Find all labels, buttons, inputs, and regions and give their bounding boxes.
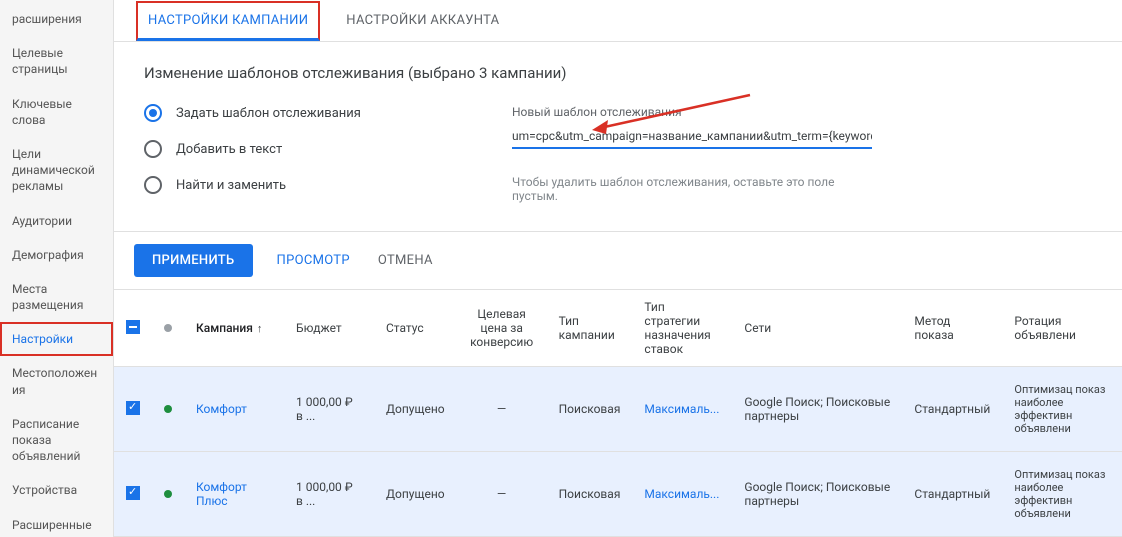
col-budget[interactable]: Бюджет xyxy=(284,290,374,367)
radio-icon xyxy=(144,176,162,194)
cell-rotation: Оптимизац показ наиболее эффективн объяв… xyxy=(1002,452,1122,537)
radio-icon xyxy=(144,140,162,158)
cell-target-cpa: — xyxy=(457,367,547,452)
cell-rotation: Оптимизац показ наиболее эффективн объяв… xyxy=(1002,367,1122,452)
sidebar: расширения Целевые страницы Ключевые сло… xyxy=(0,0,114,537)
cell-status: Допущено xyxy=(374,452,457,537)
row-checkbox[interactable] xyxy=(126,401,140,415)
sidebar-item-devices[interactable]: Устройства xyxy=(0,473,113,507)
preview-button[interactable]: ПРОСМОТР xyxy=(273,244,354,277)
sidebar-item-audiences[interactable]: Аудитории xyxy=(0,204,113,238)
tabs-row: НАСТРОЙКИ КАМПАНИИ НАСТРОЙКИ АККАУНТА xyxy=(114,0,1122,42)
cell-camp-type: Поисковая xyxy=(547,452,633,537)
col-delivery[interactable]: Метод показа xyxy=(902,290,1002,367)
template-hint: Чтобы удалить шаблон отслеживания, остав… xyxy=(512,175,872,203)
campaign-link[interactable]: Комфорт xyxy=(196,402,247,416)
template-input[interactable] xyxy=(512,125,872,149)
sidebar-item-extensions[interactable]: расширения xyxy=(0,2,113,36)
cell-networks: Google Поиск; Поисковые партнеры xyxy=(732,452,902,537)
campaigns-table: Кампания ↑ Бюджет Статус Целевая цена за … xyxy=(114,289,1122,537)
panel-title: Изменение шаблонов отслеживания (выбрано… xyxy=(144,64,1092,82)
col-status[interactable]: Статус xyxy=(374,290,457,367)
radio-label: Задать шаблон отслеживания xyxy=(176,106,361,121)
radio-label: Найти и заменить xyxy=(176,178,286,193)
template-field-area: Новый шаблон отслеживания Чтобы удалить … xyxy=(512,105,872,203)
sidebar-item-ad-schedule[interactable]: Расписание показа объявлений xyxy=(0,407,113,474)
table-row[interactable]: Комфорт Плюс 1 000,00 ₽ в ... Допущено —… xyxy=(114,452,1122,537)
sort-asc-icon: ↑ xyxy=(257,322,263,335)
cell-bid-strategy[interactable]: Максималь... xyxy=(644,402,719,416)
cell-delivery: Стандартный xyxy=(902,367,1002,452)
cell-status: Допущено xyxy=(374,367,457,452)
col-bid-strategy[interactable]: Тип стратегии назначения ставок xyxy=(632,290,732,367)
row-checkbox[interactable] xyxy=(126,486,140,500)
col-networks[interactable]: Сети xyxy=(732,290,902,367)
sidebar-item-dynamic-ad-targets[interactable]: Цели динамической рекламы xyxy=(0,137,113,204)
apply-button[interactable]: ПРИМЕНИТЬ xyxy=(134,244,253,277)
cancel-button[interactable]: ОТМЕНА xyxy=(374,244,437,277)
col-target-cpa[interactable]: Целевая цена за конверсию xyxy=(457,290,547,367)
radio-label: Добавить в текст xyxy=(176,142,282,157)
col-rotation[interactable]: Ротация объявлени xyxy=(1002,290,1122,367)
status-enabled-icon xyxy=(164,405,172,413)
sidebar-item-keywords[interactable]: Ключевые слова xyxy=(0,87,113,137)
col-campaign[interactable]: Кампания xyxy=(196,321,253,335)
table-row[interactable]: Комфорт 1 000,00 ₽ в ... Допущено — Поис… xyxy=(114,367,1122,452)
tab-campaign-settings[interactable]: НАСТРОЙКИ КАМПАНИИ xyxy=(136,1,320,41)
sidebar-item-locations[interactable]: Местоположения xyxy=(0,356,113,406)
sidebar-item-demographics[interactable]: Демография xyxy=(0,238,113,272)
cell-bid-strategy[interactable]: Максималь... xyxy=(644,487,719,501)
cell-budget: 1 000,00 ₽ в ... xyxy=(284,452,374,537)
cell-networks: Google Поиск; Поисковые партнеры xyxy=(732,367,902,452)
cell-camp-type: Поисковая xyxy=(547,367,633,452)
header-checkbox[interactable] xyxy=(126,320,140,334)
tab-account-settings[interactable]: НАСТРОЙКИ АККАУНТА xyxy=(338,0,507,41)
action-bar: ПРИМЕНИТЬ ПРОСМОТР ОТМЕНА xyxy=(114,231,1122,289)
status-dot-icon xyxy=(164,324,172,332)
campaign-link[interactable]: Комфорт Плюс xyxy=(196,480,247,508)
col-camp-type[interactable]: Тип кампании xyxy=(547,290,633,367)
status-enabled-icon xyxy=(164,490,172,498)
sidebar-item-placements[interactable]: Места размещения xyxy=(0,272,113,322)
radio-icon xyxy=(144,104,162,122)
sidebar-item-landing-pages[interactable]: Целевые страницы xyxy=(0,36,113,86)
cell-target-cpa: — xyxy=(457,452,547,537)
sidebar-item-advanced-bid-adj[interactable]: Расширенные корректировки xyxy=(0,508,113,537)
template-field-label: Новый шаблон отслеживания xyxy=(512,105,872,119)
sidebar-item-settings[interactable]: Настройки xyxy=(0,322,113,356)
cell-budget: 1 000,00 ₽ в ... xyxy=(284,367,374,452)
cell-delivery: Стандартный xyxy=(902,452,1002,537)
